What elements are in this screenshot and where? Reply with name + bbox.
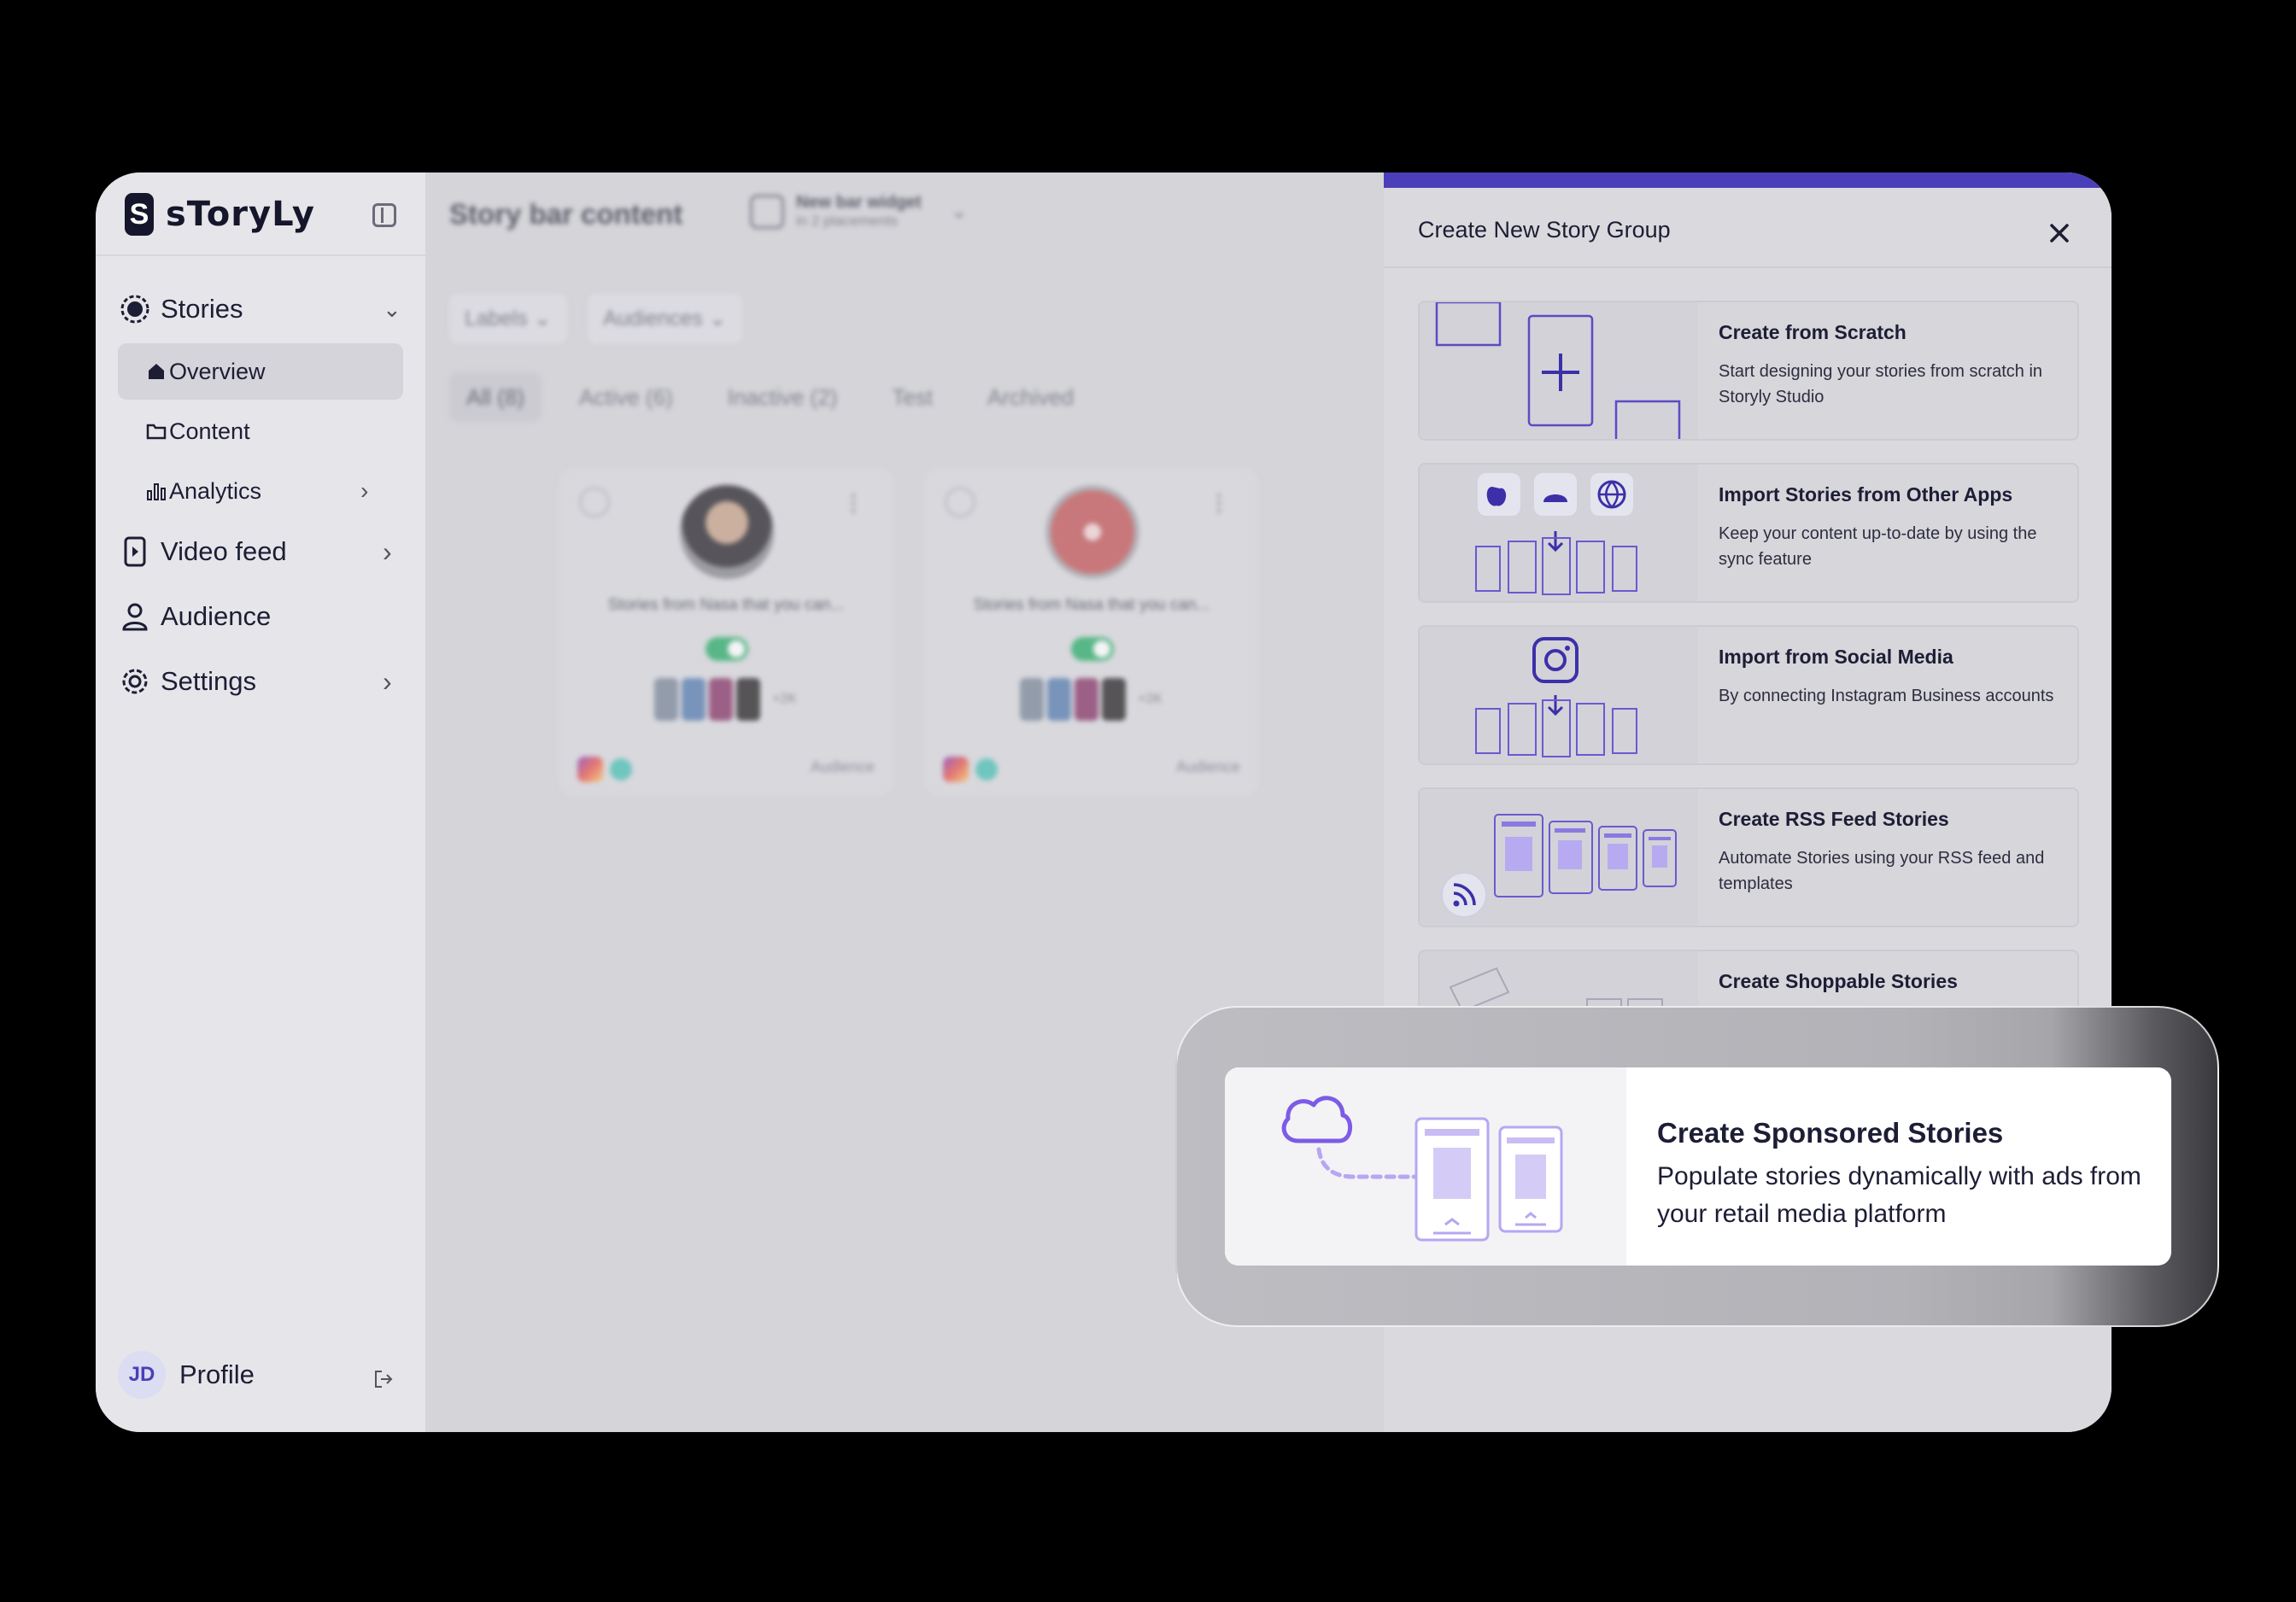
- option-description: By connecting Instagram Business account…: [1719, 687, 2054, 705]
- profile-label: Profile: [179, 1359, 255, 1389]
- story-cover: [1046, 485, 1139, 579]
- option-import-social-media[interactable]: Import from Social Media By connecting I…: [1418, 625, 2079, 765]
- story-cover: [680, 485, 774, 579]
- option-rss-feed[interactable]: Create RSS Feed Stories Automate Stories…: [1418, 787, 2079, 927]
- more-count: +2K: [772, 692, 797, 706]
- chevron-down-icon: ⌄: [950, 200, 968, 223]
- sidebar-subitem-analytics[interactable]: Analytics ›: [118, 463, 403, 519]
- tab-active[interactable]: Active (6): [562, 372, 690, 422]
- sidebar-subitem-overview[interactable]: Overview: [118, 343, 403, 400]
- story-group-name: Stories from Nasa that you can...: [973, 596, 1210, 614]
- sidebar-subitem-label: Overview: [169, 358, 266, 384]
- sidebar-item-label: Audience: [161, 601, 272, 631]
- more-count: +2K: [1138, 692, 1163, 706]
- social-media-illustration: [1420, 627, 1698, 763]
- page: S sToryLy Stories ⌄ Overview Content Ana…: [0, 0, 2296, 1602]
- web-icon: [610, 758, 632, 781]
- option-create-from-scratch[interactable]: Create from Scratch Start designing your…: [1418, 301, 2079, 441]
- select-checkbox[interactable]: [579, 487, 610, 517]
- option-description: Keep your content up-to-date by using th…: [1719, 524, 2037, 569]
- more-icon[interactable]: [851, 492, 856, 514]
- widget-sub: in 2 placements: [796, 213, 899, 229]
- video-icon: [118, 535, 152, 569]
- profile[interactable]: JD Profile: [118, 1351, 255, 1399]
- option-title: Create RSS Feed Stories: [1719, 808, 1949, 830]
- scratch-illustration: [1420, 302, 1698, 439]
- web-icon: [975, 758, 998, 781]
- sidebar-subitem-label: Content: [169, 418, 250, 444]
- labels-filter[interactable]: Labels ⌄: [449, 294, 567, 343]
- sidebar-item-stories[interactable]: Stories ⌄: [118, 292, 401, 326]
- option-title: Create Shoppable Stories: [1719, 970, 1958, 992]
- widget-icon: [750, 194, 784, 229]
- sidebar-item-video-feed[interactable]: Video feed ›: [118, 535, 392, 569]
- sidebar-item-label: Stories: [161, 294, 243, 324]
- more-icon[interactable]: [1216, 492, 1221, 514]
- story-thumbnails: [654, 678, 760, 721]
- panel-title: Create New Story Group: [1418, 217, 1671, 243]
- stories-icon: [118, 292, 152, 326]
- avatar: JD: [118, 1351, 166, 1399]
- analytics-icon: [145, 480, 167, 502]
- tab-inactive[interactable]: Inactive (2): [711, 372, 855, 422]
- audience-label: Audience: [1175, 758, 1240, 775]
- sidebar-item-settings[interactable]: Settings ›: [118, 664, 392, 699]
- sidebar-subitem-content[interactable]: Content: [118, 403, 403, 459]
- active-toggle[interactable]: [1071, 637, 1114, 661]
- option-description: Populate stories dynamically with ads fr…: [1657, 1162, 2141, 1228]
- user-icon: [118, 599, 152, 634]
- chevron-down-icon: ⌄: [383, 295, 401, 322]
- filter-label: Labels: [465, 306, 528, 330]
- logo-text: sToryLy: [166, 195, 315, 234]
- sidebar-item-label: Video feed: [161, 536, 287, 566]
- option-sponsored-stories[interactable]: Create Sponsored Stories Populate storie…: [1225, 1067, 2171, 1266]
- logo-mark: S: [125, 193, 154, 236]
- story-thumbnails: [1020, 678, 1126, 721]
- option-title: Create Sponsored Stories: [1657, 1117, 2004, 1149]
- option-title: Import from Social Media: [1719, 646, 1953, 668]
- accent-bar: [1384, 172, 2112, 188]
- sidebar-item-audience[interactable]: Audience: [118, 599, 271, 634]
- option-title: Import Stories from Other Apps: [1719, 483, 2013, 506]
- page-title: Story bar content: [449, 198, 683, 230]
- sidebar: S sToryLy Stories ⌄ Overview Content Ana…: [96, 172, 427, 1432]
- widget-name: New bar widget: [796, 193, 922, 212]
- filter-label: Audiences: [603, 306, 703, 330]
- import-apps-illustration: [1420, 465, 1698, 601]
- chevron-right-icon: ›: [360, 477, 369, 504]
- tab-archived[interactable]: Archived: [970, 372, 1091, 422]
- rss-illustration: [1420, 789, 1698, 926]
- logout-icon[interactable]: [374, 1370, 393, 1389]
- sidebar-subitem-label: Analytics: [169, 477, 262, 504]
- sponsored-illustration: [1225, 1067, 1626, 1266]
- panel-header: Create New Story Group: [1384, 188, 2112, 268]
- option-description: Automate Stories using your RSS feed and…: [1719, 849, 2045, 893]
- story-group-card[interactable]: Stories from Nasa that you can... +2K Au…: [559, 468, 893, 796]
- option-import-from-apps[interactable]: Import Stories from Other Apps Keep your…: [1418, 463, 2079, 603]
- home-icon: [145, 360, 167, 383]
- logo[interactable]: S sToryLy: [125, 193, 315, 236]
- story-group-name: Stories from Nasa that you can...: [607, 596, 845, 614]
- instagram-icon: [577, 757, 603, 782]
- close-icon[interactable]: [2045, 219, 2074, 248]
- option-title: Create from Scratch: [1719, 321, 1906, 343]
- sidebar-item-label: Settings: [161, 666, 257, 696]
- status-tabs: All (8) Active (6) Inactive (2) Test Arc…: [449, 372, 1091, 422]
- audience-label: Audience: [810, 758, 875, 775]
- tab-test[interactable]: Test: [875, 372, 950, 422]
- story-group-card[interactable]: Stories from Nasa that you can... +2K Au…: [924, 468, 1259, 796]
- tab-all[interactable]: All (8): [449, 372, 542, 422]
- divider: [96, 254, 425, 256]
- chevron-right-icon: ›: [383, 665, 392, 697]
- gear-icon: [118, 664, 152, 699]
- active-toggle[interactable]: [706, 637, 748, 661]
- chevron-right-icon: ›: [383, 535, 392, 567]
- audiences-filter[interactable]: Audiences ⌄: [588, 294, 742, 343]
- folder-icon: [145, 420, 167, 442]
- option-description: Start designing your stories from scratc…: [1719, 362, 2043, 406]
- instagram-icon: [943, 757, 969, 782]
- collapse-sidebar-icon[interactable]: [372, 203, 396, 227]
- widget-selector[interactable]: New bar widget in 2 placements ⌄: [750, 193, 968, 230]
- select-checkbox[interactable]: [945, 487, 975, 517]
